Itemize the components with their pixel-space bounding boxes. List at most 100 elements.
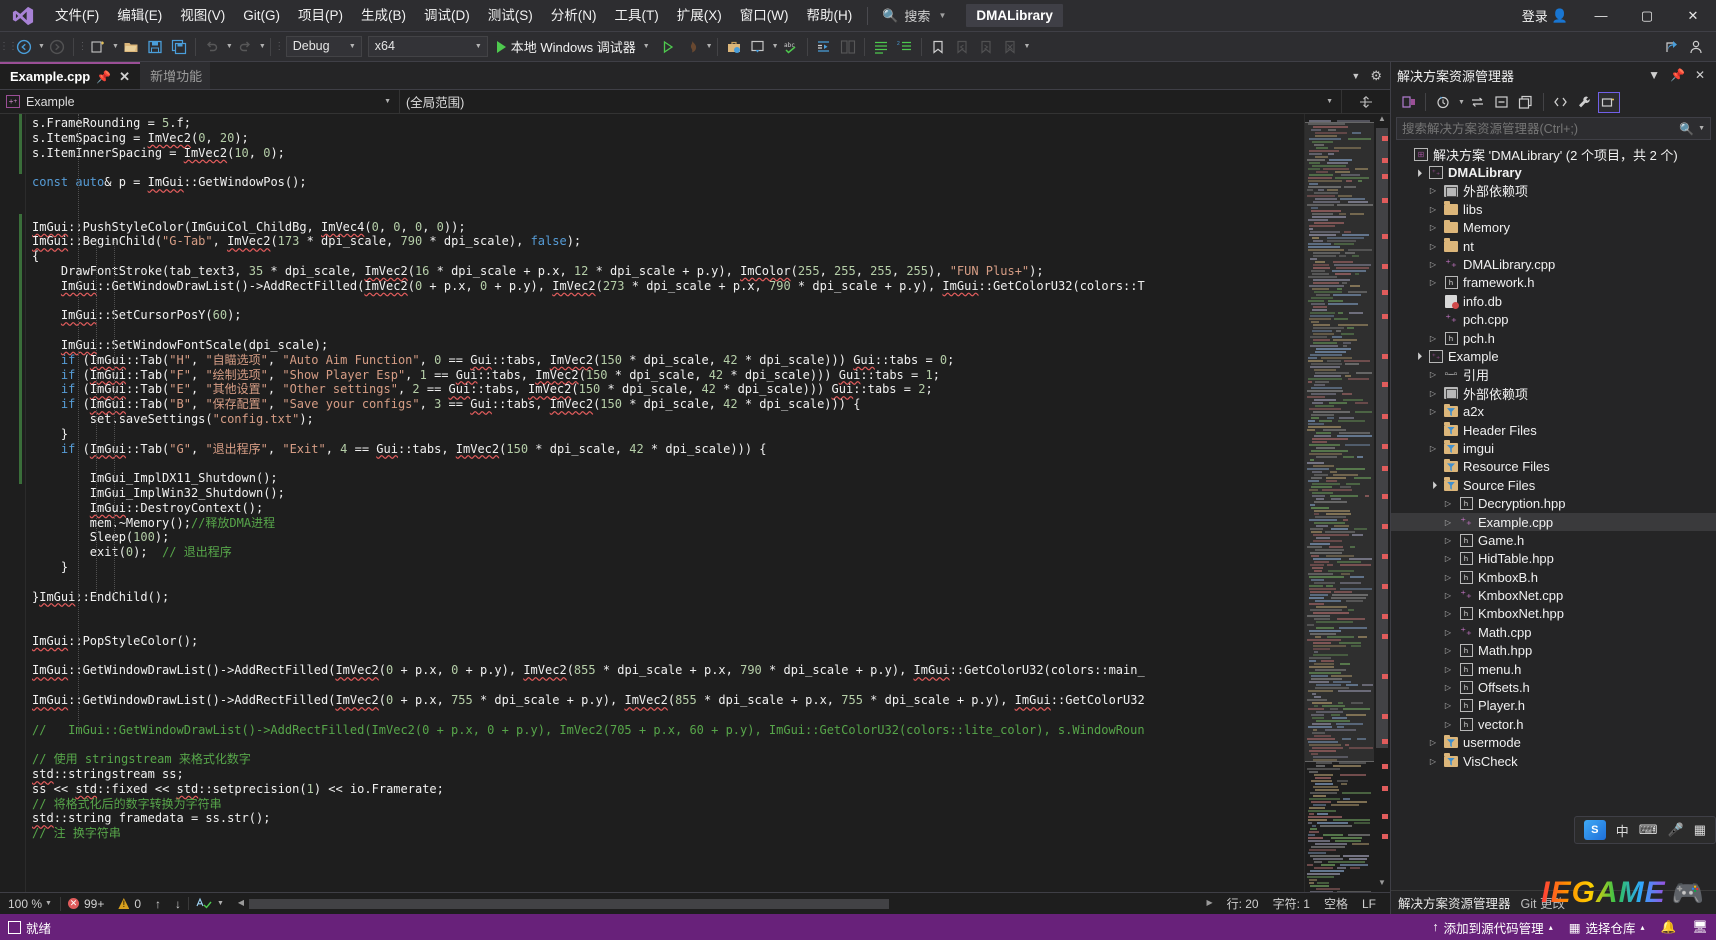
window-layout-icon[interactable] — [746, 35, 770, 59]
vertical-scrollbar[interactable]: ▲ ▼ — [1374, 114, 1390, 892]
add-to-source-control-button[interactable]: ↑ 添加到源代码管理 ▴ — [1424, 918, 1560, 937]
new-project-icon[interactable] — [86, 35, 110, 59]
layout-chevron-icon[interactable]: ▼ — [772, 43, 779, 50]
tree-item[interactable]: ▷ libs — [1391, 200, 1716, 218]
collapsed-arrow-icon[interactable]: ▷ — [1427, 242, 1439, 251]
menu-git[interactable]: Git(G) — [234, 0, 289, 32]
collapsed-arrow-icon[interactable]: ▷ — [1427, 260, 1439, 269]
global-search-box[interactable]: 🔍 搜索 ▼ — [874, 4, 954, 28]
bookmark-icon[interactable] — [926, 35, 950, 59]
panel-icon[interactable]: ▦ — [1694, 822, 1706, 838]
tree-item[interactable]: ▷ h framework.h — [1391, 274, 1716, 292]
collapsed-arrow-icon[interactable]: ▷ — [1427, 205, 1439, 214]
select-repository-button[interactable]: ▦ 选择仓库 ▴ — [1561, 918, 1653, 937]
notifications-button[interactable]: 🔔 — [1653, 920, 1685, 935]
ime-toolbar[interactable]: S 中 ⌨ 🎤 ▦ — [1573, 816, 1716, 844]
expanded-arrow-icon[interactable]: ◢ — [1426, 478, 1440, 492]
tree-item[interactable]: ▷ h Game.h — [1391, 531, 1716, 549]
pending-changes-chevron-icon[interactable]: ▼ — [1458, 99, 1465, 106]
tree-item[interactable]: ▷ ⁺₊ DMALibrary.cpp — [1391, 255, 1716, 273]
tree-item[interactable]: ▷ h Decryption.hpp — [1391, 494, 1716, 512]
tree-item[interactable]: ▷ 外部依赖项 — [1391, 384, 1716, 402]
new-project-chevron-icon[interactable]: ▼ — [112, 43, 119, 50]
scroll-left-icon[interactable]: ◀ — [235, 898, 247, 907]
tree-item[interactable]: ▷ h HidTable.hpp — [1391, 550, 1716, 568]
configuration-selector[interactable]: Debug ▼ — [285, 36, 362, 57]
collapsed-arrow-icon[interactable]: ▷ — [1427, 444, 1439, 453]
solution-search-input[interactable] — [1402, 121, 1680, 136]
tree-item[interactable]: ◢ ⁺₊ Example — [1391, 347, 1716, 365]
show-all-files-icon[interactable] — [1550, 92, 1572, 113]
warning-count[interactable]: ! 0 — [111, 897, 148, 911]
tree-item[interactable]: ▷ h Player.h — [1391, 697, 1716, 715]
code-text[interactable]: s.FrameRounding = 5.f; s.ItemSpacing = Im… — [26, 114, 1304, 892]
menu-extensions[interactable]: 扩展(X) — [668, 0, 731, 32]
tree-item[interactable]: ▷ h Offsets.h — [1391, 678, 1716, 696]
collapsed-arrow-icon[interactable]: ▷ — [1442, 665, 1454, 674]
code-editor[interactable]: s.FrameRounding = 5.f; s.ItemSpacing = Im… — [0, 114, 1390, 892]
back-to-solution-icon[interactable] — [1397, 92, 1419, 113]
close-icon[interactable]: ✕ — [1690, 68, 1710, 82]
toolbox-icon[interactable] — [722, 35, 746, 59]
scope-selector-left[interactable]: + + Example ▼ — [0, 90, 400, 113]
tree-item[interactable]: Resource Files — [1391, 458, 1716, 476]
close-icon[interactable]: ✕ — [117, 69, 132, 85]
menu-project[interactable]: 项目(P) — [289, 0, 352, 32]
tab-whats-new[interactable]: 新增功能 — [140, 62, 211, 89]
solution-tree[interactable]: ⊞ 解决方案 'DMALibrary' (2 个项目，共 2 个) ◢ ⁺₊ DMALi… — [1391, 143, 1716, 890]
expanded-arrow-icon[interactable]: ◢ — [1411, 349, 1425, 363]
tree-item[interactable]: ▷ h vector.h — [1391, 715, 1716, 733]
chevron-down-icon[interactable]: ▼ — [1698, 125, 1705, 132]
tree-item-selected[interactable]: ▷ ⁺₊ Example.cpp — [1391, 512, 1716, 532]
collapse-all-icon[interactable] — [1491, 92, 1513, 113]
minimize-button[interactable]: — — [1578, 0, 1624, 32]
collapsed-arrow-icon[interactable]: ▷ — [1442, 536, 1454, 545]
tree-item[interactable]: ▷ 外部依赖项 — [1391, 182, 1716, 200]
sync-with-active-document-icon[interactable] — [1467, 92, 1489, 113]
tree-item[interactable]: ▷ usermode — [1391, 734, 1716, 752]
collapsed-arrow-icon[interactable]: ▷ — [1427, 738, 1439, 747]
tree-item[interactable]: ▷ ⁺₊ KmboxNet.cpp — [1391, 586, 1716, 604]
collapsed-arrow-icon[interactable]: ▷ — [1427, 370, 1439, 379]
maximize-button[interactable]: ▢ — [1624, 0, 1670, 32]
collapsed-arrow-icon[interactable]: ▷ — [1427, 757, 1439, 766]
sign-in-button[interactable]: 登录 👤 — [1512, 6, 1578, 25]
toolbar-grip[interactable]: ⋮⋮ — [0, 37, 18, 57]
tree-item[interactable]: ▷ VisCheck — [1391, 752, 1716, 770]
back-history-chevron-icon[interactable]: ▼ — [38, 43, 45, 50]
toolbar-grip-2[interactable]: ⋮ — [77, 37, 87, 57]
tree-item[interactable]: ▷ ▫–▫ 引用 — [1391, 366, 1716, 384]
menu-build[interactable]: 生成(B) — [352, 0, 415, 32]
collapsed-arrow-icon[interactable]: ▷ — [1427, 186, 1439, 195]
gear-icon[interactable]: ⚙ — [1370, 68, 1382, 84]
list-icon[interactable] — [869, 35, 893, 59]
tree-item[interactable]: ▷ h menu.h — [1391, 660, 1716, 678]
menu-view[interactable]: 视图(V) — [171, 0, 234, 32]
tree-item[interactable]: ▷ h Math.hpp — [1391, 642, 1716, 660]
line-ending-indicator[interactable]: LF — [1355, 897, 1390, 911]
pin-icon[interactable]: 📌 — [1665, 68, 1690, 82]
collapsed-arrow-icon[interactable]: ▷ — [1442, 701, 1454, 710]
collapsed-arrow-icon[interactable]: ▷ — [1427, 223, 1439, 232]
menu-file[interactable]: 文件(F) — [46, 0, 108, 32]
expanded-arrow-icon[interactable]: ◢ — [1411, 166, 1425, 180]
scope-selector-right[interactable]: (全局范围) ▼ — [400, 90, 1342, 113]
indent-icon[interactable] — [812, 35, 836, 59]
ime-mode-label[interactable]: 中 — [1616, 821, 1629, 840]
collapsed-arrow-icon[interactable]: ▷ — [1442, 683, 1454, 692]
save-icon[interactable] — [143, 35, 167, 59]
pending-changes-icon[interactable] — [1432, 92, 1454, 113]
collapsed-arrow-icon[interactable]: ▷ — [1427, 407, 1439, 416]
minimap[interactable] — [1304, 114, 1374, 892]
properties-icon[interactable] — [1574, 92, 1596, 113]
menu-analyze[interactable]: 分析(N) — [542, 0, 606, 32]
scrollbar-thumb[interactable] — [1376, 128, 1388, 748]
tree-item[interactable]: ◢ Source Files — [1391, 476, 1716, 494]
menu-window[interactable]: 窗口(W) — [731, 0, 798, 32]
horizontal-scrollbar[interactable]: ◀ ▶ — [234, 896, 1216, 911]
prev-issue-button[interactable]: ↑ — [148, 897, 168, 911]
start-debugging-button[interactable]: 本地 Windows 调试器 ▼ — [491, 35, 656, 59]
zoom-selector[interactable]: 100 % ▼ — [0, 897, 60, 911]
list-step-icon[interactable]: 2 — [893, 35, 917, 59]
start-without-debugging-icon[interactable] — [656, 35, 680, 59]
